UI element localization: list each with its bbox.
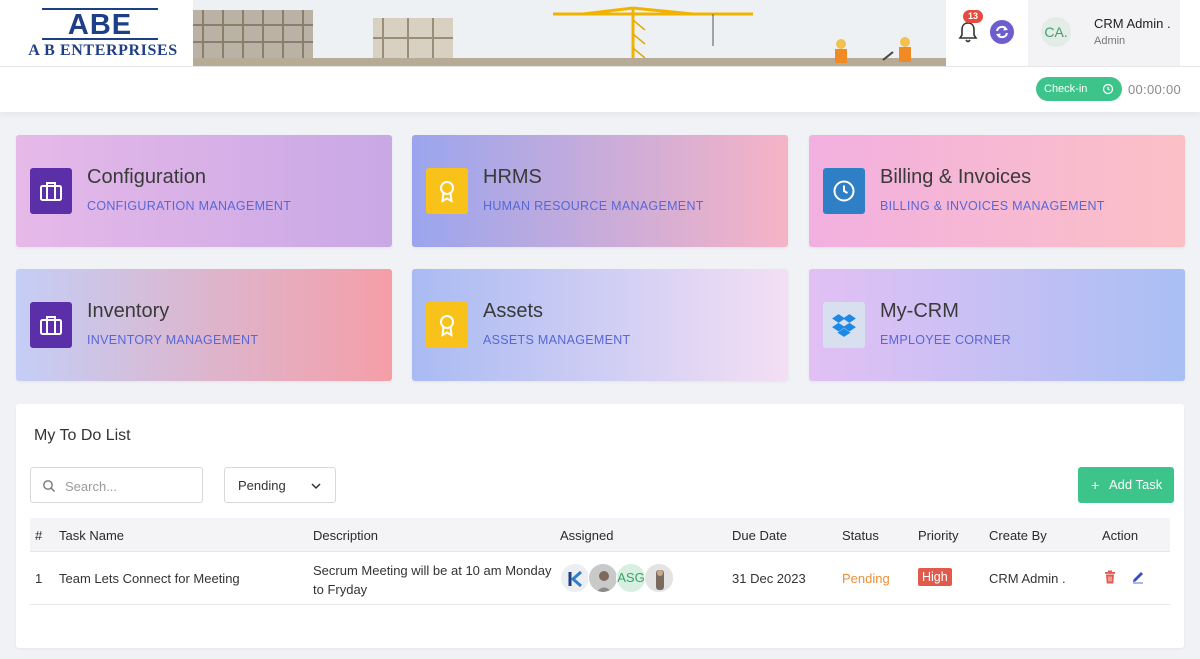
assignee-photo-avatar[interactable] — [644, 563, 674, 593]
module-card-my-crm[interactable]: My-CRM EMPLOYEE CORNER — [809, 269, 1185, 381]
column-header[interactable]: Due Date — [732, 528, 787, 543]
module-card-hrms[interactable]: HRMS HUMAN RESOURCE MANAGEMENT — [412, 135, 788, 247]
award-icon — [426, 302, 468, 348]
add-task-button[interactable]: + Add Task — [1078, 467, 1174, 503]
logo-mark-text: ABE — [67, 9, 133, 41]
top-header: ABE A B ENTERPRISES 13 CA. CRM Admin . A… — [0, 0, 1200, 67]
column-header: # — [35, 528, 43, 543]
module-title: HRMS — [483, 166, 542, 188]
dropbox-icon — [823, 302, 865, 348]
clock-icon — [823, 168, 865, 214]
search-input[interactable] — [65, 476, 195, 496]
person-photo-icon — [645, 564, 673, 592]
module-title: Billing & Invoices — [880, 166, 1032, 188]
module-title: Assets — [483, 300, 544, 322]
todo-list-panel: My To Do List Pending + Add Task # Task … — [16, 404, 1184, 648]
module-title: My-CRM — [880, 300, 959, 322]
person-photo-icon — [589, 564, 617, 592]
created-by: CRM Admin . — [989, 571, 1066, 586]
module-subtitle: INVENTORY MANAGEMENT — [87, 333, 259, 347]
sync-button[interactable] — [990, 20, 1014, 44]
status-text: Pending — [842, 571, 890, 586]
check-in-button[interactable]: Check-in — [1036, 77, 1122, 101]
due-date: 31 Dec 2023 — [732, 571, 806, 586]
assignee-initials-avatar[interactable]: ASG — [616, 563, 646, 593]
row-index: 1 — [35, 571, 43, 586]
panel-title: My To Do List — [34, 427, 131, 444]
briefcase-icon — [30, 302, 72, 348]
module-title: Configuration — [87, 166, 206, 188]
kanban-logo-icon — [568, 570, 582, 588]
module-subtitle: HUMAN RESOURCE MANAGEMENT — [483, 199, 704, 213]
user-role: Admin — [1094, 35, 1126, 47]
search-box[interactable] — [30, 467, 203, 503]
award-icon — [426, 168, 468, 214]
module-card-assets[interactable]: Assets ASSETS MANAGEMENT — [412, 269, 788, 381]
module-card-inventory[interactable]: Inventory INVENTORY MANAGEMENT — [16, 269, 392, 381]
plus-icon: + — [1091, 477, 1100, 493]
search-icon — [43, 480, 55, 492]
add-task-label: Add Task — [1109, 477, 1163, 492]
status-filter-select[interactable]: Pending — [224, 467, 336, 503]
column-header[interactable]: Assigned — [560, 528, 613, 543]
column-header[interactable]: Description — [313, 528, 378, 543]
column-header[interactable]: Priority — [918, 528, 958, 543]
assigned-avatars: ASG — [560, 563, 680, 593]
priority-badge: High — [918, 568, 952, 586]
company-logo[interactable]: ABE A B ENTERPRISES — [28, 8, 178, 60]
refresh-icon — [996, 25, 1008, 39]
module-card-billing-invoices[interactable]: Billing & Invoices BILLING & INVOICES MA… — [809, 135, 1185, 247]
column-header: Action — [1102, 528, 1139, 543]
table-row: 1 Team Lets Connect for Meeting Secrum M… — [30, 552, 1170, 605]
column-header[interactable]: Task Name — [59, 528, 124, 543]
task-name: Team Lets Connect for Meeting — [59, 571, 240, 586]
column-header[interactable]: Status — [842, 528, 879, 543]
status-filter-value: Pending — [238, 478, 286, 493]
user-name: CRM Admin . — [1094, 16, 1171, 31]
user-profile-menu[interactable]: CA. CRM Admin . Admin — [1028, 0, 1180, 66]
check-in-label: Check-in — [1044, 83, 1088, 95]
module-subtitle: ASSETS MANAGEMENT — [483, 333, 631, 347]
briefcase-icon — [30, 168, 72, 214]
attendance-bar: Check-in 00:00:00 — [0, 67, 1200, 112]
module-subtitle: BILLING & INVOICES MANAGEMENT — [880, 199, 1105, 213]
clock-icon — [1102, 83, 1114, 95]
module-subtitle: EMPLOYEE CORNER — [880, 333, 1011, 347]
assignee-photo-avatar[interactable] — [588, 563, 618, 593]
attendance-timer: 00:00:00 — [1128, 82, 1182, 97]
notification-bell-icon[interactable] — [958, 20, 978, 44]
module-title: Inventory — [87, 300, 170, 322]
assignee-logo-avatar[interactable] — [560, 563, 590, 593]
edit-icon[interactable] — [1131, 570, 1145, 584]
column-header[interactable]: Create By — [989, 528, 1047, 543]
task-description: Secrum Meeting will be at 10 am Monday t… — [313, 563, 552, 597]
module-card-configuration[interactable]: Configuration CONFIGURATION MANAGEMENT — [16, 135, 392, 247]
notification-count-badge: 13 — [963, 10, 983, 23]
delete-icon[interactable] — [1104, 570, 1116, 584]
chevron-down-icon — [311, 483, 321, 490]
construction-banner-graphic — [193, 0, 946, 66]
logo-mark: ABE — [42, 8, 158, 41]
module-subtitle: CONFIGURATION MANAGEMENT — [87, 199, 292, 213]
user-avatar: CA. — [1041, 17, 1071, 47]
header-banner-image — [193, 0, 946, 66]
logo-text: A B ENTERPRISES — [28, 42, 178, 59]
table-header: # Task Name Description Assigned Due Dat… — [30, 518, 1170, 552]
